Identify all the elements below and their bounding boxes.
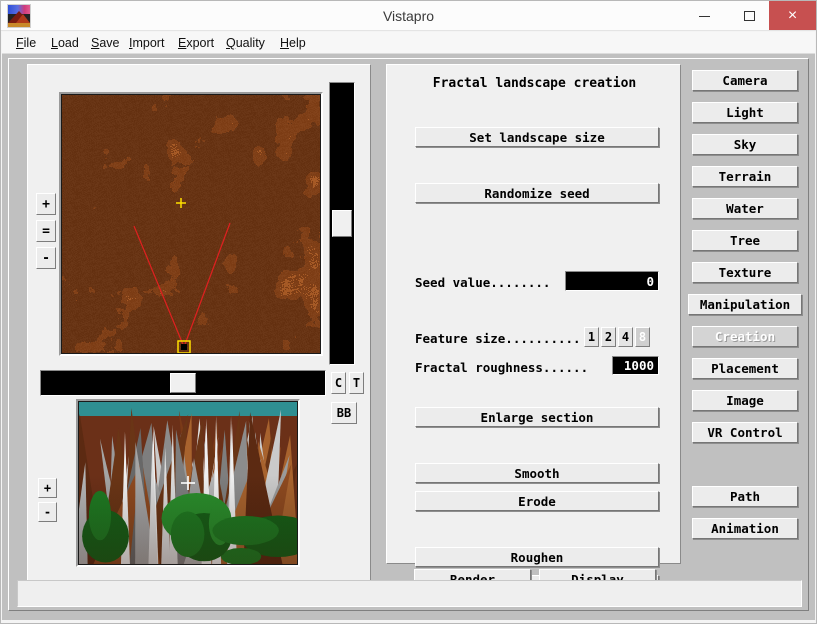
- camera-toggle-button[interactable]: C: [331, 372, 346, 394]
- sidebar-item-light[interactable]: Light: [692, 102, 798, 123]
- map-vscroll-thumb[interactable]: [332, 210, 352, 237]
- map-zoom-in[interactable]: +: [36, 193, 56, 215]
- map-horizontal-scrollbar[interactable]: [40, 370, 326, 396]
- minimize-icon: [681, 1, 726, 30]
- application-window: Vistapro × File Load Save Import Export Quali…: [0, 0, 817, 624]
- mode-sidebar: Camera Light Sky Terrain Water Tree Texture Man…: [688, 64, 804, 594]
- menu-bar: File Load Save Import Export Quality Help: [2, 32, 815, 54]
- enlarge-section-button[interactable]: Enlarge section: [415, 407, 659, 427]
- menu-item-save[interactable]: Save: [91, 35, 120, 52]
- sidebar-item-image[interactable]: Image: [692, 390, 798, 411]
- roughen-button[interactable]: Roughen: [415, 547, 659, 567]
- status-bar: [17, 580, 802, 607]
- landscape-3d-preview[interactable]: [78, 401, 298, 565]
- sidebar-item-path[interactable]: Path: [692, 486, 798, 507]
- sidebar-item-water[interactable]: Water: [692, 198, 798, 219]
- menu-item-import[interactable]: Import: [129, 35, 164, 52]
- randomize-seed-button[interactable]: Randomize seed: [415, 183, 659, 203]
- close-icon: ×: [787, 7, 798, 24]
- sidebar-item-texture[interactable]: Texture: [692, 262, 798, 283]
- fractal-roughness-label: Fractal roughness......: [415, 360, 589, 375]
- bounding-box-button[interactable]: BB: [331, 402, 357, 424]
- maximize-button[interactable]: [726, 1, 771, 30]
- menu-item-quality[interactable]: Quality: [226, 35, 265, 52]
- sidebar-item-placement[interactable]: Placement: [692, 358, 798, 379]
- map-vertical-scrollbar[interactable]: [329, 82, 355, 365]
- set-landscape-size-button[interactable]: Set landscape size: [415, 127, 659, 147]
- menu-item-help[interactable]: Help: [280, 35, 306, 52]
- feature-size-option-1[interactable]: 1: [584, 327, 599, 347]
- map-hscroll-thumb[interactable]: [170, 373, 196, 393]
- sidebar-item-terrain[interactable]: Terrain: [692, 166, 798, 187]
- title-bar: Vistapro ×: [1, 1, 816, 31]
- feature-size-option-8: 8: [635, 327, 650, 347]
- sidebar-item-manipulation[interactable]: Manipulation: [688, 294, 802, 315]
- client-bevel: + = - C T BB + - Fractal landscape creat…: [8, 58, 809, 611]
- preview-frame: [76, 399, 300, 567]
- landscape-overhead-map[interactable]: [61, 94, 321, 354]
- left-viewport-panel: + = - C T BB + -: [27, 64, 371, 594]
- sidebar-item-tree[interactable]: Tree: [692, 230, 798, 251]
- sidebar-item-creation: Creation: [692, 326, 798, 347]
- minimize-button[interactable]: [681, 1, 726, 30]
- feature-size-label: Feature size..........: [415, 331, 581, 346]
- menu-item-file[interactable]: File: [16, 35, 36, 52]
- menu-item-load[interactable]: Load: [51, 35, 79, 52]
- target-toggle-button[interactable]: T: [349, 372, 364, 394]
- maximize-icon: [726, 1, 771, 30]
- preview-zoom-in[interactable]: +: [38, 478, 57, 498]
- feature-size-option-2[interactable]: 2: [601, 327, 616, 347]
- feature-size-option-4[interactable]: 4: [618, 327, 633, 347]
- page-title: Fractal landscape creation: [432, 76, 637, 91]
- seed-value-field[interactable]: 0: [565, 271, 659, 291]
- map-frame: [59, 92, 323, 356]
- sidebar-item-animation[interactable]: Animation: [692, 518, 798, 539]
- client-area: + = - C T BB + - Fractal landscape creat…: [2, 54, 815, 620]
- close-button[interactable]: ×: [769, 1, 816, 30]
- sidebar-item-vr-control[interactable]: VR Control: [692, 422, 798, 443]
- map-zoom-out[interactable]: -: [36, 247, 56, 269]
- fractal-roughness-field[interactable]: 1000: [612, 356, 659, 375]
- preview-zoom-out[interactable]: -: [38, 502, 57, 522]
- sidebar-item-sky[interactable]: Sky: [692, 134, 798, 155]
- map-zoom-reset[interactable]: =: [36, 220, 56, 242]
- smooth-button[interactable]: Smooth: [415, 463, 659, 483]
- seed-value-label: Seed value........: [415, 275, 551, 290]
- creation-panel: Fractal landscape creation Set landscape…: [386, 64, 681, 595]
- menu-item-export[interactable]: Export: [178, 35, 214, 52]
- erode-button[interactable]: Erode: [415, 491, 659, 511]
- sidebar-item-camera[interactable]: Camera: [692, 70, 798, 91]
